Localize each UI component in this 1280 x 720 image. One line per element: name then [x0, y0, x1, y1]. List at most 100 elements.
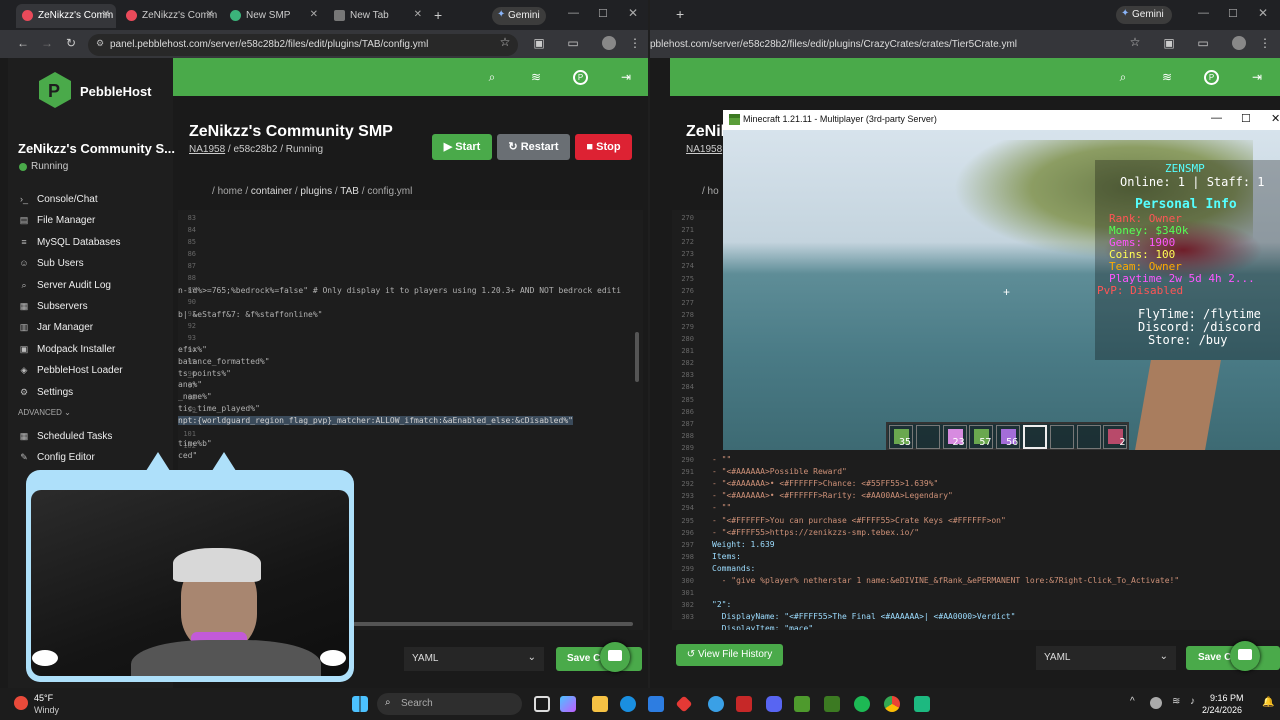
extensions-icon[interactable]: ▣	[532, 36, 546, 50]
maximize-button[interactable]: ☐	[1241, 112, 1251, 125]
pebble-account-icon[interactable]: P	[1204, 70, 1219, 85]
code-line[interactable]: b| &eStaff&7: &f%staffonline%"	[178, 310, 323, 319]
search-icon[interactable]: ⌕	[485, 70, 499, 84]
new-tab-button[interactable]: +	[676, 6, 684, 22]
tab-3[interactable]: New SMP ✕	[224, 4, 324, 28]
game-view[interactable]: + ZENSMP Online: 1 | Staff: 1 Personal I…	[723, 130, 1280, 450]
maximize-button[interactable]: ☐	[598, 7, 608, 20]
ms-store-icon[interactable]	[648, 696, 664, 712]
wifi-icon[interactable]: ≋	[1172, 696, 1180, 707]
sidebar-item-modpack-installer[interactable]: ▣ Modpack Installer	[18, 344, 116, 355]
code-line[interactable]: - "<#AAAAAA>• <#FFFFFF>Rarity: <#AA00AA>…	[712, 491, 953, 500]
minimize-button[interactable]: —	[1211, 112, 1222, 124]
gemini-button[interactable]: ✦ Gemini	[492, 7, 546, 25]
shield-app-icon[interactable]	[736, 696, 752, 712]
hotbar-slot[interactable]	[1023, 425, 1047, 449]
close-window-button[interactable]: ✕	[1271, 112, 1280, 125]
code-line[interactable]: npt:{worldguard_region_flag_pvp}_matcher…	[178, 415, 573, 425]
sidebar-item-scheduled-tasks[interactable]: ▦ Scheduled Tasks	[18, 431, 113, 442]
breadcrumb-plugins[interactable]: plugins	[300, 186, 332, 197]
bookmark-star-icon[interactable]: ☆	[1128, 35, 1142, 49]
file-explorer-icon[interactable]	[592, 696, 608, 712]
code-line[interactable]: - "<#AAAAAA>Possible Reward"	[712, 467, 847, 476]
reload-icon[interactable]: ↻	[64, 36, 78, 50]
code-line[interactable]: DisplayName: "<#FFFF55>The Final <#AAAAA…	[712, 612, 1016, 621]
minimize-button[interactable]: —	[568, 7, 579, 19]
volume-icon[interactable]: ♪	[1190, 696, 1195, 707]
layers-icon[interactable]: ≋	[1160, 70, 1174, 84]
minecraft-launcher-icon[interactable]	[794, 696, 810, 712]
code-line[interactable]: - ""	[712, 503, 731, 512]
profile-avatar-icon[interactable]	[1232, 36, 1246, 50]
close-window-button[interactable]: ✕	[628, 6, 638, 20]
language-select[interactable]: YAML ⌄	[404, 647, 544, 671]
sidebar-item-settings[interactable]: ⚙ Settings	[18, 387, 73, 398]
stop-button[interactable]: ■ Stop	[575, 134, 632, 160]
close-icon[interactable]: ✕	[414, 9, 422, 20]
tab-1[interactable]: ZeNikzz's Comm ✕	[16, 4, 116, 28]
browser-app-icon[interactable]	[708, 696, 724, 712]
tab-4[interactable]: New Tab ✕	[328, 4, 428, 28]
horizontal-scrollbar[interactable]	[353, 622, 633, 626]
pebblehost-logo[interactable]: P	[35, 70, 75, 110]
weather-icon[interactable]	[14, 696, 28, 710]
language-select[interactable]: YAML ⌄	[1036, 646, 1176, 670]
close-icon[interactable]: ✕	[310, 9, 318, 20]
hotbar-slot[interactable]	[1049, 425, 1074, 449]
restart-button[interactable]: ↻ Restart	[497, 134, 570, 160]
back-icon[interactable]: ←	[16, 36, 30, 50]
edge-icon[interactable]	[620, 696, 636, 712]
hotbar-slot[interactable]: 2	[1103, 425, 1128, 449]
advanced-section-header[interactable]: ADVANCED ⌄	[18, 408, 71, 417]
clock-date[interactable]: 2/24/2026	[1202, 705, 1242, 715]
bookmark-star-icon[interactable]: ☆	[498, 35, 512, 49]
tray-app-icon[interactable]	[1150, 697, 1162, 709]
code-line[interactable]: balance_formatted%"	[178, 357, 270, 366]
hotbar-slot[interactable]: 57	[969, 425, 994, 449]
chat-bubble-icon[interactable]	[600, 642, 630, 672]
split-view-icon[interactable]: ▭	[1196, 36, 1210, 50]
sidebar-item-sub-users[interactable]: ☺ Sub Users	[18, 258, 83, 269]
forward-icon[interactable]: →	[40, 36, 54, 50]
sidebar-item-file-manager[interactable]: ▤ File Manager	[18, 215, 96, 226]
hotbar-slot[interactable]: 56	[996, 425, 1021, 449]
code-line[interactable]: - "<#FFFF55>https://zenikzzs-smp.tebex.i…	[712, 528, 919, 537]
url-field[interactable]: ⚙ panel.pebblehost.com/server/e58c28b2/fi…	[88, 34, 518, 56]
code-line[interactable]: ana%"	[178, 380, 202, 389]
tray-chevron-icon[interactable]: ^	[1130, 696, 1135, 707]
sidebar-item-pebblehost-loader[interactable]: ◈ PebbleHost Loader	[18, 365, 123, 376]
discord-icon[interactable]	[766, 696, 782, 712]
code-line[interactable]: time%b"	[178, 439, 212, 448]
logout-icon[interactable]: ⇥	[1250, 70, 1264, 84]
code-line[interactable]: - "<#FFFFFF>You can purchase <#FFFF55>Cr…	[712, 516, 1006, 525]
hotbar-slot[interactable]: 35	[889, 425, 913, 449]
windows-start-icon[interactable]	[352, 696, 368, 712]
code-line[interactable]: _name%"	[178, 392, 212, 401]
breadcrumb-home[interactable]: home	[218, 186, 243, 197]
game-app-icon[interactable]	[675, 695, 693, 713]
code-line[interactable]: ts_points%"	[178, 369, 231, 378]
breadcrumb[interactable]: / ho	[702, 186, 719, 197]
sidebar-item-server-audit-log[interactable]: ⌕ Server Audit Log	[18, 280, 110, 291]
obs-app-icon[interactable]	[914, 696, 930, 712]
hotbar-slot[interactable]: 23	[942, 425, 967, 449]
minimize-button[interactable]: —	[1198, 7, 1209, 19]
sidebar-item-console-chat[interactable]: ›_ Console/Chat	[18, 194, 98, 205]
maximize-button[interactable]: ☐	[1228, 7, 1238, 20]
sidebar-item-mysql-databases[interactable]: ≡ MySQL Databases	[18, 237, 120, 248]
hotbar-slot[interactable]	[1076, 425, 1101, 449]
code-line[interactable]: - ""	[712, 455, 731, 464]
sidebar-item-config-editor[interactable]: ✎ Config Editor	[18, 452, 95, 463]
code-line[interactable]: Commands:	[712, 564, 755, 573]
taskbar-search-box[interactable]: ⌕ Search	[377, 693, 522, 715]
close-icon[interactable]: ✕	[102, 9, 110, 20]
code-line[interactable]: - "give %player% netherstar 1 name:&eDIV…	[712, 576, 1180, 585]
layers-icon[interactable]: ≋	[529, 70, 543, 84]
chat-bubble-icon[interactable]	[1230, 641, 1260, 671]
search-icon[interactable]: ⌕	[1116, 70, 1130, 84]
gemini-button[interactable]: ✦ Gemini	[1116, 6, 1172, 24]
view-file-history-button[interactable]: ↺ View File History	[676, 644, 783, 666]
profile-avatar-icon[interactable]	[602, 36, 616, 50]
split-view-icon[interactable]: ▭	[566, 36, 580, 50]
close-icon[interactable]: ✕	[206, 9, 214, 20]
